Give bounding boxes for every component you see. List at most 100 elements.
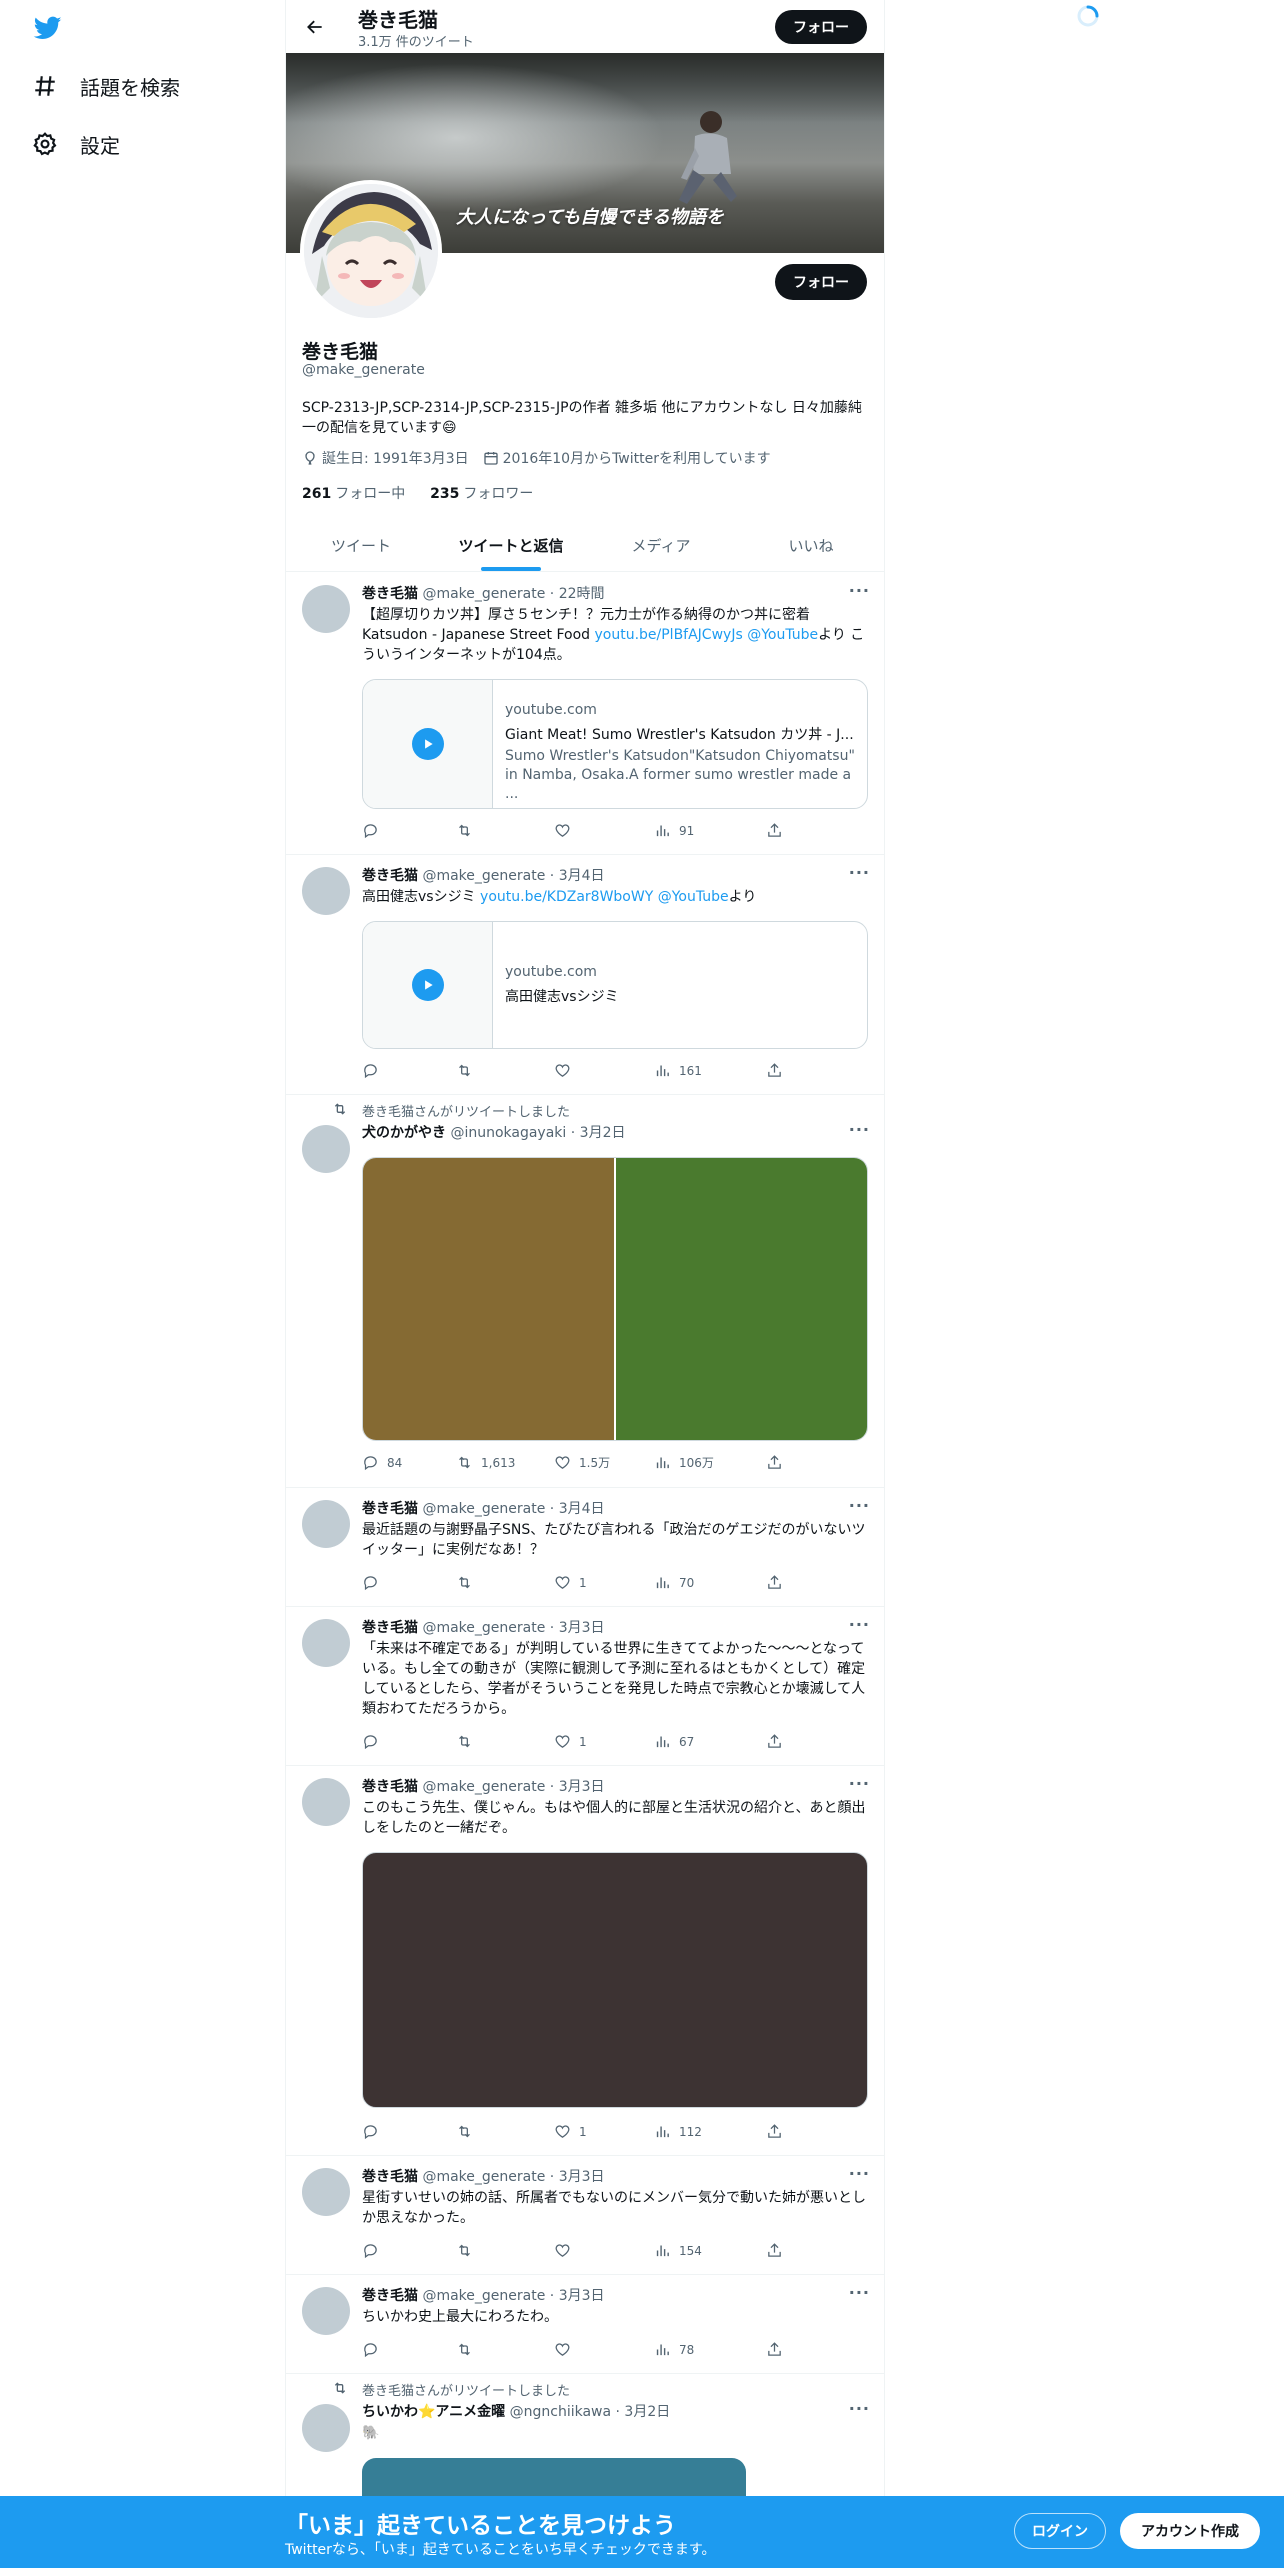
tweet-author-name[interactable]: 巻き毛猫 [362, 1779, 418, 1795]
views-button[interactable]: 154 [654, 2242, 702, 2259]
tweet-link[interactable]: youtu.be/PlBfAJCwyJs [594, 627, 742, 643]
views-button[interactable]: 106万 [654, 1454, 714, 1471]
tab-media[interactable]: メディア [586, 520, 736, 571]
tweet-avatar[interactable] [302, 1500, 350, 1548]
tweet[interactable]: 巻き毛猫 @make_generate · 3月3日 ··· 星街すいせいの姉の… [286, 2156, 884, 2275]
tweet-avatar[interactable] [302, 2404, 350, 2452]
like-button[interactable] [554, 2341, 579, 2358]
tweet[interactable]: 巻き毛猫 @make_generate · 3月3日 ··· このもこう先生、僕… [286, 1766, 884, 2156]
retweet-button[interactable] [456, 1574, 481, 1591]
tweet-time[interactable]: 3月4日 [559, 868, 605, 884]
tweet-author-handle[interactable]: @make_generate [422, 2288, 545, 2304]
tweet-avatar[interactable] [302, 1125, 350, 1173]
tweet[interactable]: 巻き毛猫 @make_generate · 3月4日 ··· 高田健志vsシジミ… [286, 855, 884, 1095]
tweet-media[interactable] [362, 1157, 868, 1441]
share-button[interactable] [766, 2341, 791, 2358]
media-image[interactable] [616, 1158, 867, 1440]
views-button[interactable]: 78 [654, 2341, 694, 2358]
tweet-time[interactable]: 3月3日 [559, 2169, 605, 2185]
share-button[interactable] [766, 2123, 791, 2140]
media-image[interactable] [363, 1158, 616, 1440]
link-card[interactable]: youtube.com 高田健志vsシジミ [362, 921, 868, 1049]
more-options-icon[interactable]: ··· [849, 1615, 870, 1634]
reply-button[interactable] [362, 2341, 387, 2358]
reply-button[interactable] [362, 1062, 387, 1079]
more-options-icon[interactable]: ··· [849, 1496, 870, 1515]
more-options-icon[interactable]: ··· [849, 581, 870, 600]
tweet-author-name[interactable]: 犬のかがやき [362, 1125, 446, 1141]
tweet-author-handle[interactable]: @make_generate [422, 1620, 545, 1636]
like-button[interactable] [554, 1062, 579, 1079]
tweet-author-name[interactable]: 巻き毛猫 [362, 2169, 418, 2185]
tab-tweets[interactable]: ツイート [286, 520, 436, 571]
tab-likes[interactable]: いいね [736, 520, 884, 571]
share-button[interactable] [766, 1454, 791, 1471]
retweet-label[interactable]: 巻き毛猫さんがリツイートしました [362, 1101, 570, 1120]
share-button[interactable] [766, 1733, 791, 1750]
retweet-label[interactable]: 巻き毛猫さんがリツイートしました [362, 2380, 570, 2399]
signup-button[interactable]: アカウント作成 [1120, 2513, 1260, 2549]
tweet-author-name[interactable]: 巻き毛猫 [362, 2288, 418, 2304]
like-button[interactable] [554, 2242, 579, 2259]
retweet-button[interactable] [456, 2242, 481, 2259]
tweet-time[interactable]: 3月2日 [580, 1125, 626, 1141]
like-button[interactable]: 1 [554, 2123, 587, 2140]
reply-button[interactable] [362, 822, 387, 839]
profile-avatar[interactable] [300, 180, 442, 322]
reply-button[interactable] [362, 1733, 387, 1750]
tweet[interactable]: 巻き毛猫さんがリツイートしました 犬のかがやき @inunokagayaki ·… [286, 1095, 884, 1488]
nav-settings[interactable]: 設定 [32, 124, 120, 164]
tweet-author-name[interactable]: 巻き毛猫 [362, 1620, 418, 1636]
link-card[interactable]: youtube.com Giant Meat! Sumo Wrestler's … [362, 679, 868, 809]
tweet-avatar[interactable] [302, 1619, 350, 1667]
views-button[interactable]: 70 [654, 1574, 694, 1591]
tweet-avatar[interactable] [302, 1778, 350, 1826]
retweet-button[interactable]: 1,613 [456, 1454, 515, 1471]
retweet-button[interactable] [456, 822, 481, 839]
tweet-time[interactable]: 3月2日 [624, 2404, 670, 2420]
views-button[interactable]: 112 [654, 2123, 702, 2140]
header-follow-button[interactable]: フォロー [775, 10, 867, 44]
more-options-icon[interactable]: ··· [849, 1774, 870, 1793]
more-options-icon[interactable]: ··· [849, 2399, 870, 2418]
views-button[interactable]: 91 [654, 822, 694, 839]
tweet-avatar[interactable] [302, 2287, 350, 2335]
tab-tweets-and-replies[interactable]: ツイートと返信 [436, 520, 586, 571]
tweet-link[interactable]: youtu.be/KDZar8WboWY [480, 889, 653, 905]
share-button[interactable] [766, 1574, 791, 1591]
like-button[interactable]: 1 [554, 1733, 587, 1750]
tweet-author-handle[interactable]: @make_generate [422, 1779, 545, 1795]
tweet-avatar[interactable] [302, 2168, 350, 2216]
tweet-author-name[interactable]: 巻き毛猫 [362, 868, 418, 884]
more-options-icon[interactable]: ··· [849, 863, 870, 882]
profile-follow-button[interactable]: フォロー [775, 264, 867, 300]
tweet-time[interactable]: 3月3日 [559, 1620, 605, 1636]
tweet-author-handle[interactable]: @ngnchiikawa [510, 2404, 611, 2420]
tweet-time[interactable]: 3月4日 [559, 1501, 605, 1517]
reply-button[interactable] [362, 2123, 387, 2140]
tweet-media[interactable] [362, 1852, 868, 2108]
tweet-author-handle[interactable]: @make_generate [422, 2169, 545, 2185]
login-button[interactable]: ログイン [1014, 2513, 1106, 2549]
more-options-icon[interactable]: ··· [849, 1120, 870, 1139]
tweet-author-name[interactable]: 巻き毛猫 [362, 1501, 418, 1517]
tweet[interactable]: 巻き毛猫 @make_generate · 3月3日 ··· 「未来は不確定であ… [286, 1607, 884, 1766]
tweet-author-name[interactable]: ちいかわ⭐アニメ金曜 [362, 2404, 505, 2420]
twitter-logo-icon[interactable] [32, 14, 64, 42]
back-button[interactable] [300, 12, 330, 42]
tweet-author-handle[interactable]: @make_generate [422, 586, 545, 602]
views-button[interactable]: 67 [654, 1733, 694, 1750]
tweet-time[interactable]: 22時間 [559, 586, 605, 602]
tweet-avatar[interactable] [302, 585, 350, 633]
tweet-mention[interactable]: @YouTube [747, 627, 818, 643]
share-button[interactable] [766, 1062, 791, 1079]
reply-button[interactable] [362, 1574, 387, 1591]
tweet-author-handle[interactable]: @make_generate [422, 1501, 545, 1517]
like-button[interactable]: 1 [554, 1574, 587, 1591]
tweet[interactable]: 巻き毛猫 @make_generate · 3月4日 ··· 最近話題の与謝野晶… [286, 1488, 884, 1607]
tweet-author-name[interactable]: 巻き毛猫 [362, 586, 418, 602]
nav-explore[interactable]: 話題を検索 [32, 66, 180, 106]
reply-button[interactable]: 84 [362, 1454, 402, 1471]
retweet-button[interactable] [456, 1062, 481, 1079]
views-button[interactable]: 161 [654, 1062, 702, 1079]
